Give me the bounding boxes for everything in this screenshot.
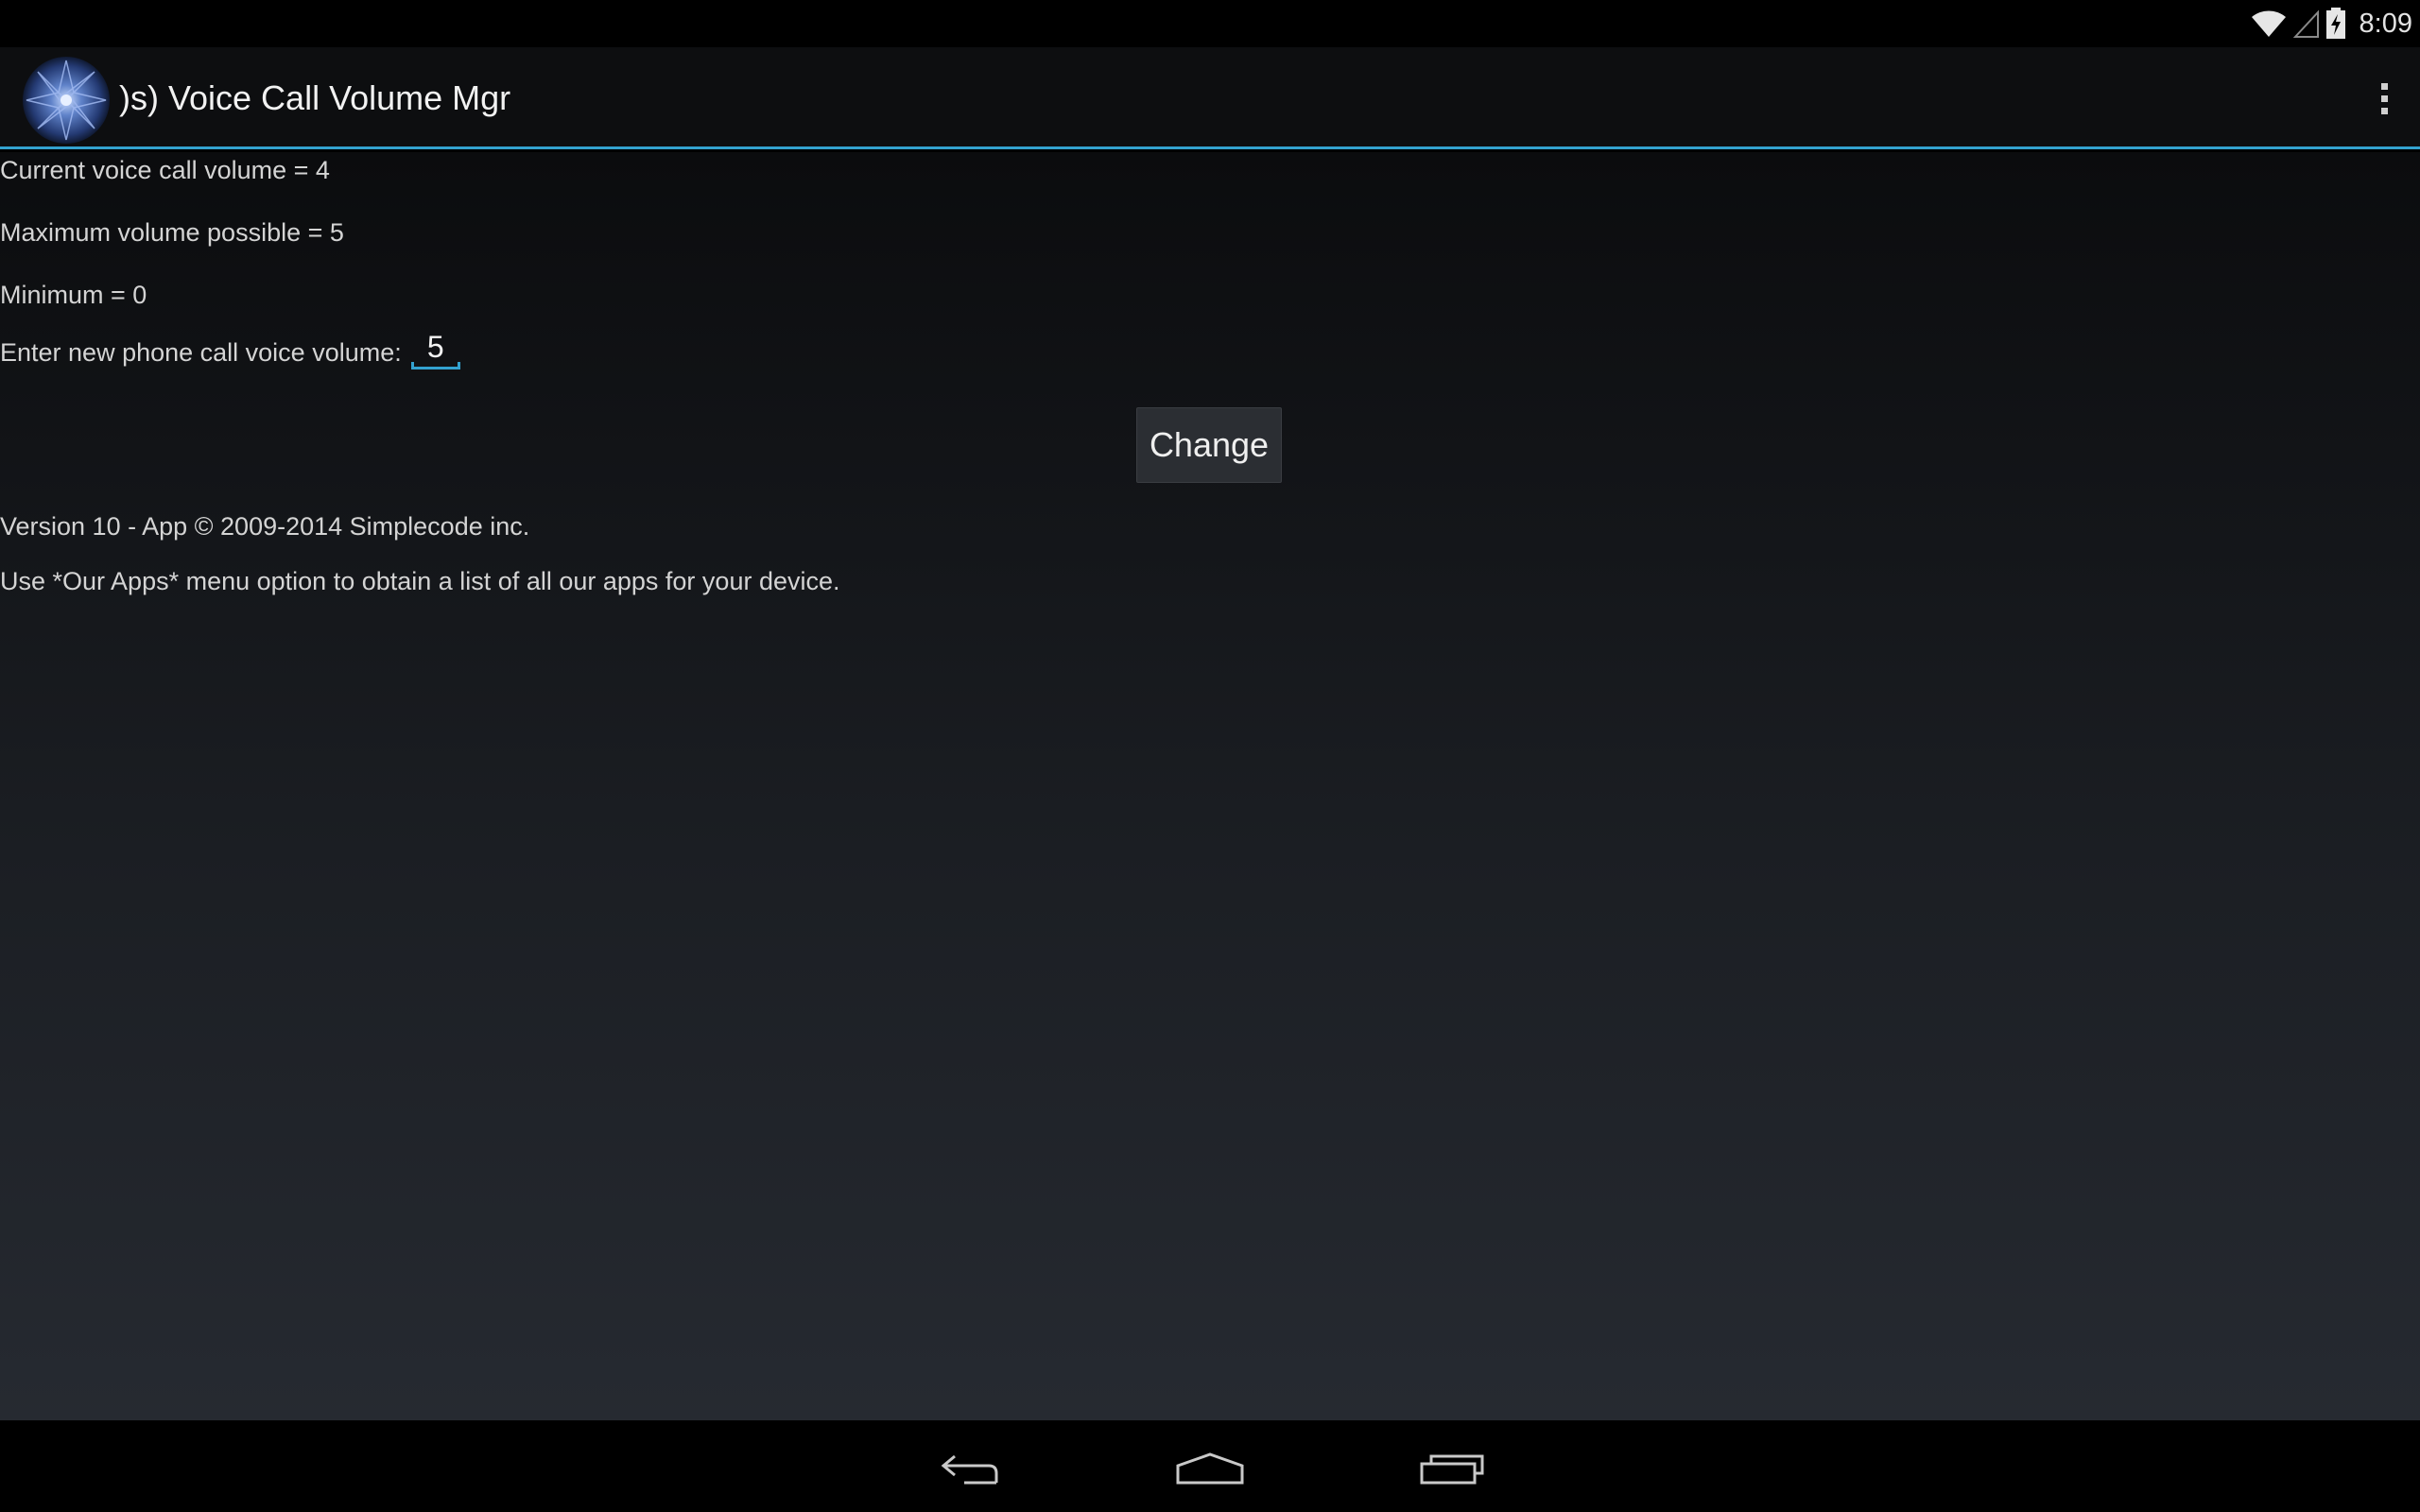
recents-icon[interactable] [1418, 1441, 1488, 1499]
status-time: 8:09 [2359, 8, 2412, 39]
status-bar: 8:09 [0, 0, 2420, 47]
app-logo-icon[interactable] [21, 55, 112, 146]
app-title: )s) Voice Call Volume Mgr [119, 78, 511, 117]
hint-text: Use *Our Apps* menu option to obtain a l… [0, 567, 840, 595]
maximum-volume-text: Maximum volume possible = 5 [0, 218, 344, 247]
overflow-menu-icon[interactable] [2365, 76, 2403, 121]
battery-charging-icon [2325, 8, 2346, 40]
enter-volume-row: Enter new phone call voice volume: 5 [0, 328, 462, 375]
action-bar: )s) Voice Call Volume Mgr [0, 47, 2420, 149]
current-volume-text: Current voice call volume = 4 [0, 156, 330, 184]
enter-volume-label: Enter new phone call voice volume: [0, 338, 402, 367]
home-icon[interactable] [1174, 1441, 1246, 1499]
signal-icon [2292, 9, 2320, 39]
screen: 8:09 )s) Voice Call Volume Mgr Current v… [0, 0, 2420, 1512]
minimum-volume-text: Minimum = 0 [0, 281, 147, 309]
navigation-bar [0, 1420, 2420, 1512]
main-content: Current voice call volume = 4 Maximum vo… [0, 152, 2420, 1420]
wifi-icon [2250, 9, 2288, 39]
volume-input-value: 5 [426, 330, 444, 364]
version-text: Version 10 - App © 2009-2014 Simplecode … [0, 512, 530, 541]
change-button[interactable]: Change [1136, 407, 1282, 483]
volume-input[interactable]: 5 [409, 328, 462, 375]
back-icon[interactable] [936, 1441, 1002, 1499]
status-icons: 8:09 [2250, 0, 2412, 47]
